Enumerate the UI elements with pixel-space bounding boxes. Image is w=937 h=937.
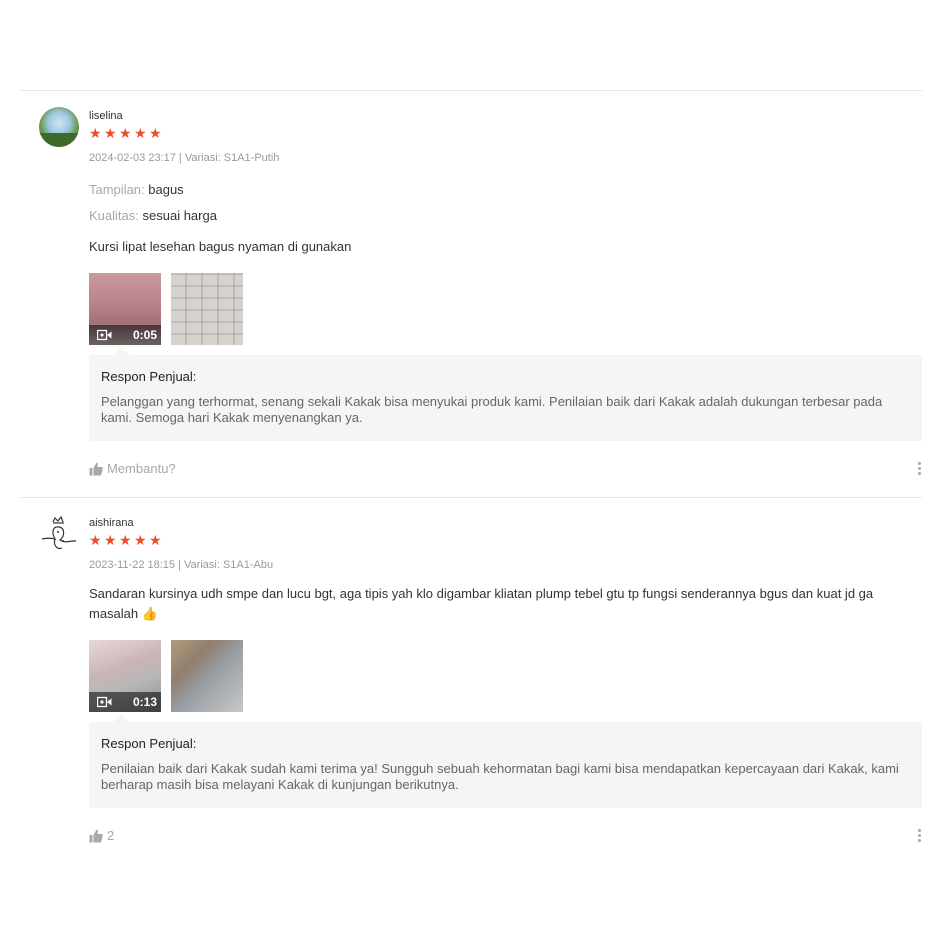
helpful-count: 2: [107, 828, 115, 843]
review-comment: Sandaran kursinya udh smpe dan lucu bgt,…: [89, 586, 874, 621]
review-item: aishirana ★ ★ ★ ★ ★ 2023-11-22 18:15 | V…: [19, 497, 922, 868]
review-variant: Variasi: S1A1-Abu: [184, 559, 274, 571]
video-thumbnail[interactable]: 0:05: [89, 273, 161, 345]
meta-separator: |: [175, 152, 185, 164]
helpful-button[interactable]: 2: [89, 828, 114, 843]
star-icon: ★: [149, 125, 162, 141]
meta-separator: |: [175, 559, 185, 571]
image-thumbnail[interactable]: [171, 640, 243, 712]
rating-stars: ★ ★ ★ ★ ★: [89, 532, 162, 548]
review-meta: 2024-02-03 23:17 | Variasi: S1A1-Putih: [89, 152, 279, 164]
star-icon: ★: [134, 532, 147, 548]
thumbs-up-icon: [89, 829, 103, 842]
attribute-value: sesuai harga: [142, 208, 217, 223]
video-bar: 0:13: [89, 692, 161, 712]
star-icon: ★: [149, 532, 162, 548]
video-camera-icon: [97, 329, 112, 341]
seller-response-title: Respon Penjual:: [101, 369, 197, 384]
rating-stars: ★ ★ ★ ★ ★: [89, 125, 162, 141]
avatar[interactable]: [39, 107, 79, 147]
username: aishirana: [89, 517, 134, 529]
star-icon: ★: [119, 125, 132, 141]
seller-response-text: Penilaian baik dari Kakak sudah kami ter…: [101, 761, 899, 792]
review-list: liselina ★ ★ ★ ★ ★ 2024-02-03 23:17 | Va…: [19, 90, 922, 868]
attribute-quality: Kualitas: sesuai harga: [89, 208, 217, 223]
video-bar: 0:05: [89, 325, 161, 345]
more-options-icon[interactable]: [918, 462, 922, 478]
thumbs-up-icon: [89, 462, 103, 475]
attribute-value: bagus: [148, 182, 184, 197]
more-options-icon[interactable]: [918, 829, 922, 845]
review-meta: 2023-11-22 18:15 | Variasi: S1A1-Abu: [89, 559, 273, 571]
attribute-label: Tampilan:: [89, 182, 145, 197]
review-date: 2023-11-22 18:15: [89, 559, 176, 571]
helpful-button[interactable]: Membantu?: [89, 461, 176, 476]
avatar-sketch-icon: [41, 515, 77, 550]
seller-response-title: Respon Penjual:: [101, 736, 197, 751]
star-icon: ★: [104, 532, 117, 548]
review-date: 2024-02-03 23:17: [89, 152, 176, 164]
star-icon: ★: [119, 532, 132, 548]
helpful-label: Membantu?: [107, 461, 176, 476]
attribute-label: Kualitas:: [89, 208, 139, 223]
star-icon: ★: [104, 125, 117, 141]
username: liselina: [89, 110, 123, 122]
star-icon: ★: [89, 125, 102, 141]
review-media: 0:13: [89, 640, 243, 712]
star-icon: ★: [134, 125, 147, 141]
seller-response: Respon Penjual: Penilaian baik dari Kaka…: [89, 714, 922, 808]
seller-response: Respon Penjual: Pelanggan yang terhormat…: [89, 347, 922, 441]
attribute-appearance: Tampilan: bagus: [89, 182, 184, 197]
video-duration: 0:13: [132, 695, 157, 709]
video-camera-icon: [97, 696, 112, 708]
seller-response-text: Pelanggan yang terhormat, senang sekali …: [101, 394, 883, 425]
video-duration: 0:05: [132, 328, 157, 342]
review-comment: Kursi lipat lesehan bagus nyaman di guna…: [89, 239, 352, 254]
review-item: liselina ★ ★ ★ ★ ★ 2024-02-03 23:17 | Va…: [19, 90, 922, 497]
video-thumbnail[interactable]: 0:13: [89, 640, 161, 712]
review-variant: Variasi: S1A1-Putih: [184, 152, 280, 164]
star-icon: ★: [89, 532, 102, 548]
avatar[interactable]: [39, 514, 79, 554]
review-media: 0:05: [89, 273, 243, 345]
image-thumbnail[interactable]: [171, 273, 243, 345]
